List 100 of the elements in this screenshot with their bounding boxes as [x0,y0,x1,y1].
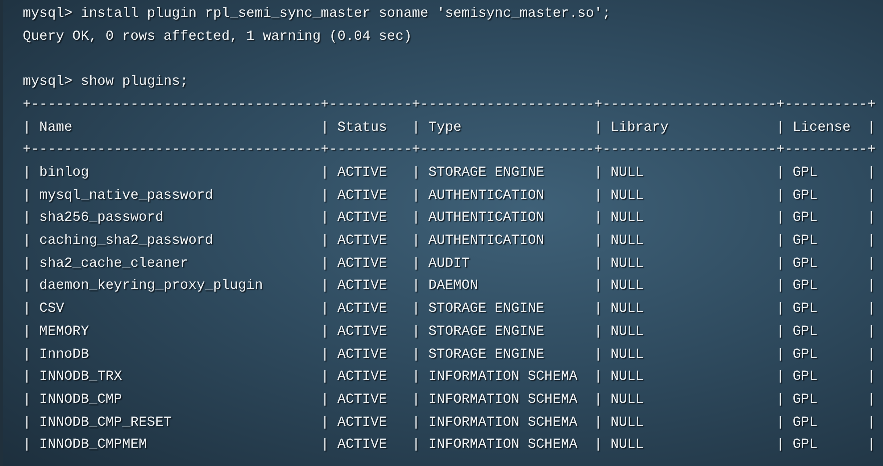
table-separator: | [594,120,604,138]
table-separator: | [321,346,330,365]
table-separator: | [321,392,330,410]
table-separator: | [23,392,32,410]
table-cell: ACTIVE [338,234,388,250]
table-cell: caching_sha2_password [40,234,214,250]
table-cell: GPL [792,416,818,431]
table-cell: ACTIVE [338,348,388,363]
table-cell: ACTIVE [338,188,388,204]
table-separator: | [867,233,877,252]
table-separator: | [412,301,422,320]
table-separator: | [594,256,604,274]
table-separator: | [23,233,32,252]
table-separator: | [321,414,330,433]
output-line: Query OK, 0 rows affected, 1 warning (0.04 sec) [23,30,412,45]
table-separator: | [776,414,786,433]
table-separator: | [23,324,32,342]
table-separator: | [412,164,422,183]
table-separator: | [594,324,604,342]
table-separator: | [776,188,786,206]
table-separator: | [23,210,32,228]
table-separator: | [412,324,422,342]
table-separator: | [23,278,32,296]
table-separator: | [594,278,604,296]
table-separator: | [867,210,877,228]
table-separator: | [594,210,604,228]
table-cell: GPL [792,392,818,408]
table-separator: | [867,437,877,456]
table-separator: | [594,233,604,252]
table-cell: INFORMATION SCHEMA [428,370,578,386]
table-cell: ACTIVE [338,302,388,318]
table-cell: NULL [610,279,644,294]
table-separator: | [776,210,786,228]
table-separator: | [321,210,330,228]
table-cell: NULL [610,234,644,250]
table-separator: | [23,164,32,183]
table-cell: GPL [792,211,818,226]
table-cell: ACTIVE [338,324,388,340]
table-cell: NULL [610,392,644,408]
table-cell: GPL [792,438,818,454]
table-cell: AUTHENTICATION [428,188,545,204]
table-separator: | [776,301,786,320]
table-cell: ACTIVE [338,392,388,408]
table-cell: NULL [610,348,644,363]
table-cell: STORAGE ENGINE [428,324,545,340]
command-line: mysql> install plugin rpl_semi_sync_master soname 'semisync_master.so'; [23,7,611,22]
table-cell: GPL [792,256,818,272]
table-separator: | [776,278,786,296]
table-cell: NULL [610,302,644,318]
table-cell: STORAGE ENGINE [428,348,545,363]
table-cell: ACTIVE [338,438,388,454]
table-cell: AUDIT [428,256,470,272]
table-separator: | [321,164,330,183]
table-cell: INNODB_TRX [40,370,122,386]
table-separator: | [776,120,786,138]
table-separator: | [321,233,330,252]
table-separator: | [412,346,422,365]
table-separator: | [594,301,604,320]
table-cell: NULL [610,438,644,454]
table-separator: | [594,392,604,410]
table-cell: GPL [792,370,818,386]
table-cell: MEMORY [40,324,90,340]
table-separator: | [321,324,330,342]
table-separator: | [412,188,422,206]
table-separator: | [23,256,32,274]
table-cell: DAEMON [428,279,478,294]
table-separator: | [594,414,604,433]
table-separator: | [412,256,422,274]
table-separator: | [776,392,786,410]
table-cell: NULL [610,188,644,204]
table-separator: | [23,414,32,433]
table-separator: | [321,278,330,296]
table-cell: INNODB_CMP_RESET [40,416,172,431]
table-separator: | [867,188,877,206]
table-header: Status [338,120,388,136]
table-border: +-----------------------------------+----------+---------------------+---------------------+----------+ [23,98,876,113]
table-separator: | [412,437,422,456]
table-cell: sha256_password [40,211,164,226]
table-separator: | [23,188,32,206]
table-separator: | [776,346,786,365]
table-separator: | [594,188,604,206]
table-separator: | [321,301,330,320]
table-cell: NULL [610,324,644,340]
table-cell: GPL [792,324,818,340]
table-header: License [792,120,851,136]
table-separator: | [321,188,330,206]
table-separator: | [867,414,877,433]
table-cell: GPL [792,279,818,294]
table-cell: STORAGE ENGINE [428,302,545,318]
table-cell: ACTIVE [338,211,388,226]
table-cell: STORAGE ENGINE [428,166,545,181]
table-separator: | [776,233,786,252]
table-separator: | [867,346,877,365]
table-separator: | [321,120,330,138]
table-separator: | [867,369,877,388]
table-separator: | [776,324,786,342]
table-separator: | [23,369,32,388]
table-header: Type [428,120,462,136]
table-separator: | [23,346,32,365]
table-cell: GPL [792,188,818,204]
